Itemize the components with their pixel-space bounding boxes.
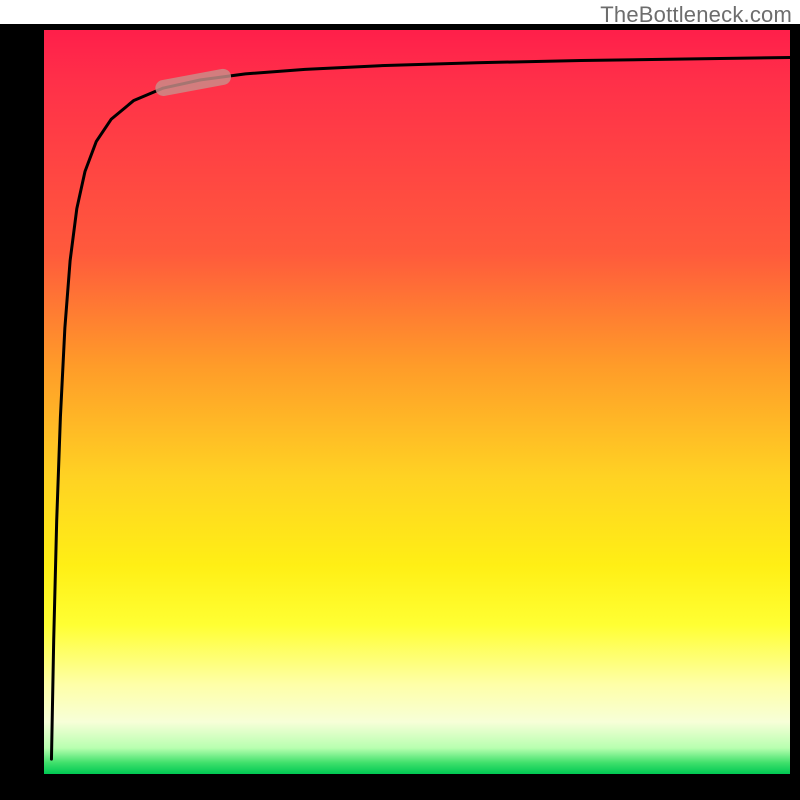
curve-layer [44,30,790,774]
highlight-segment [163,77,223,88]
chart-stage: TheBottleneck.com [0,0,800,800]
bottleneck-curve [51,58,790,760]
watermark-text: TheBottleneck.com [600,2,792,28]
